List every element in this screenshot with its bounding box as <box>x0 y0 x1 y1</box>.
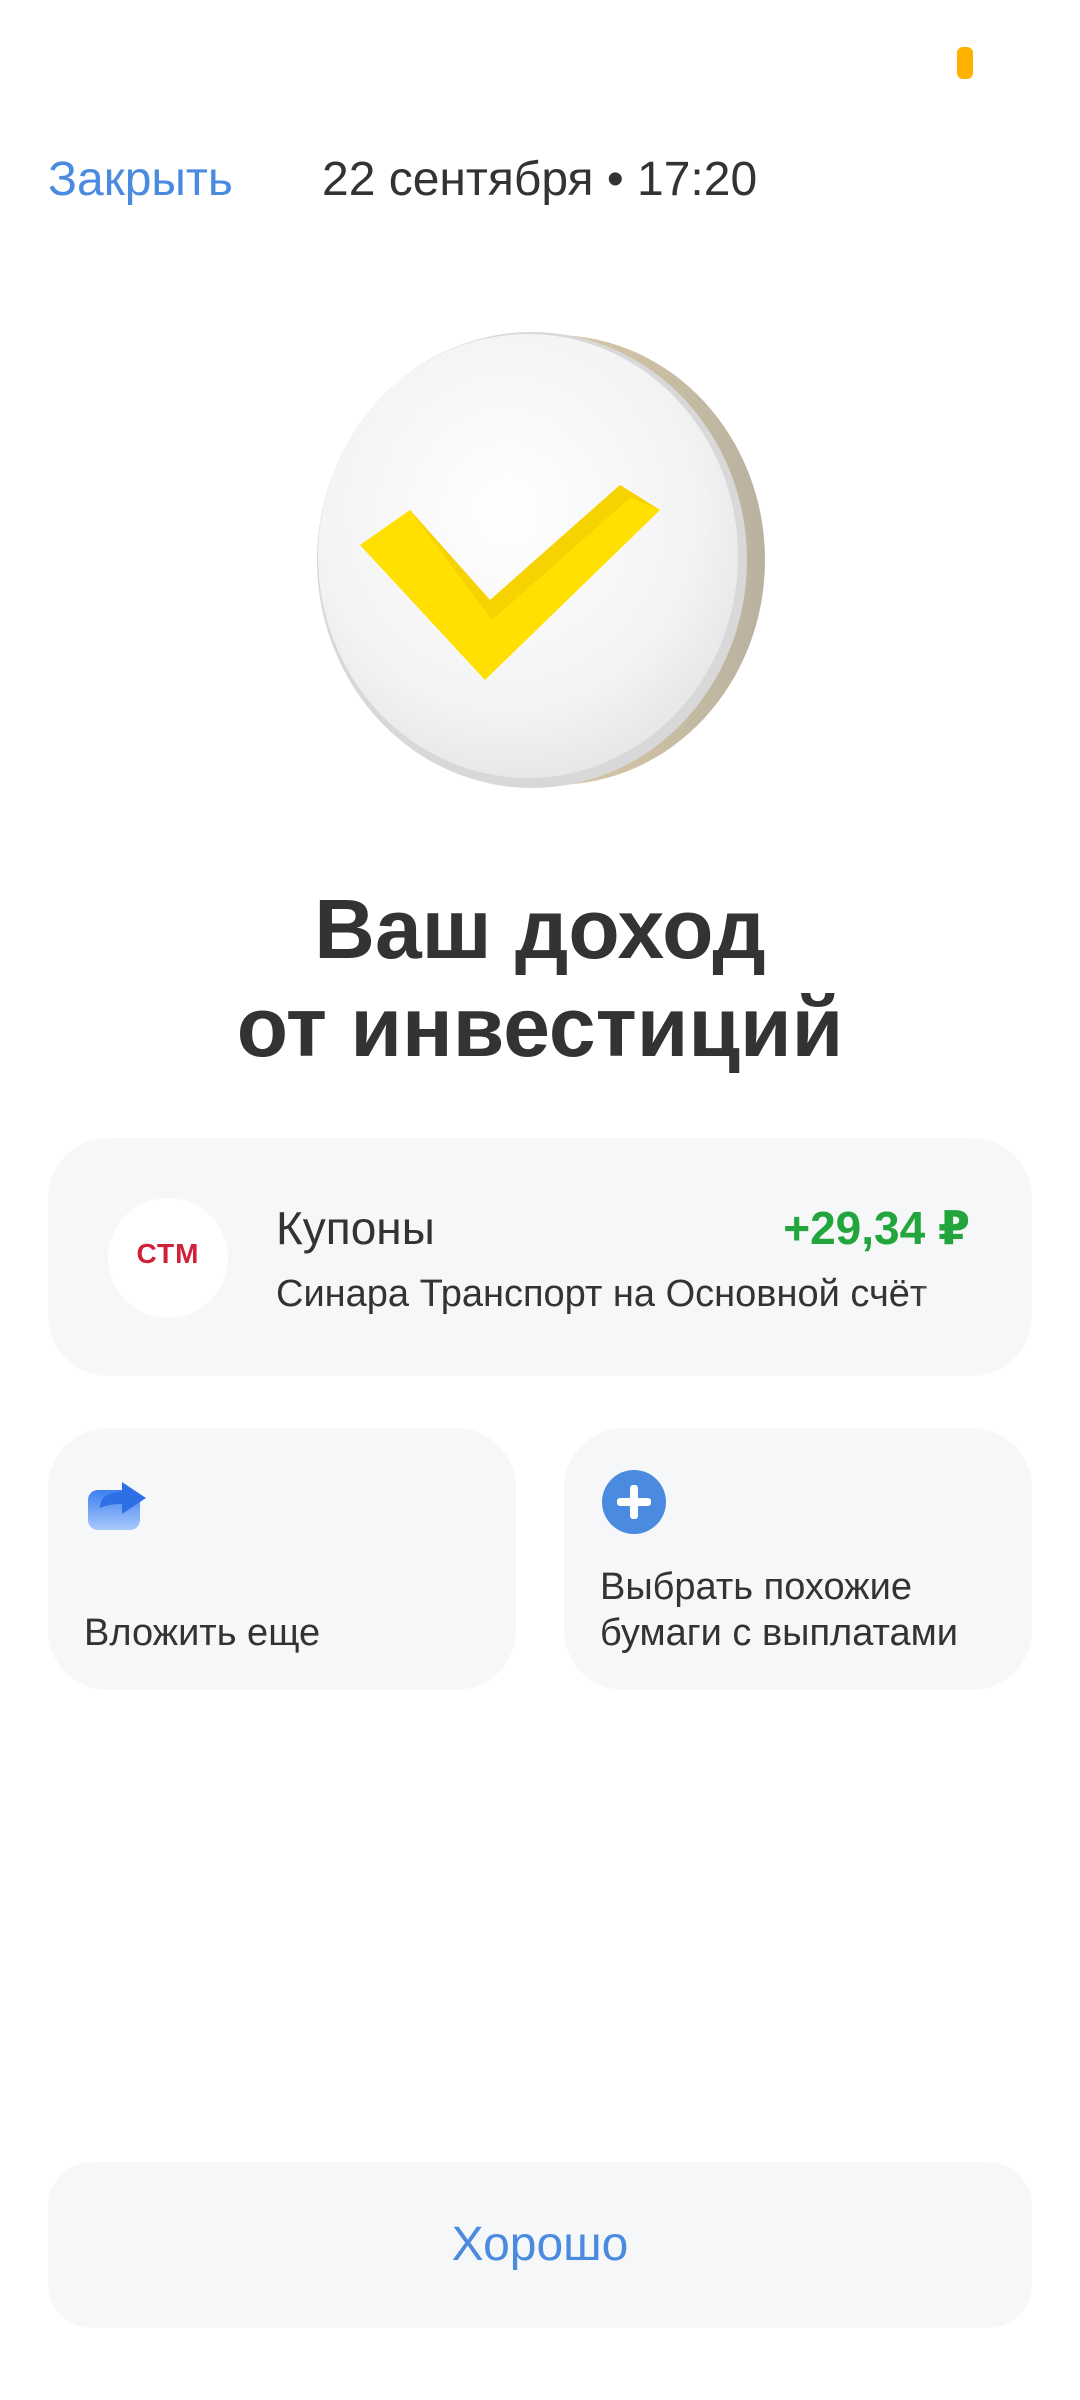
title-line-1: Ваш доход <box>314 882 766 976</box>
invest-more-label: Вложить еще <box>84 1612 321 1654</box>
share-arrow-icon <box>88 1482 146 1530</box>
plus-circle-icon <box>602 1470 666 1534</box>
coupon-card[interactable]: СТМ Купоны +29,34 ₽ Синара Транспорт на … <box>48 1138 1032 1376</box>
choose-similar-line-2: бумаги с выплатами <box>600 1612 958 1654</box>
choose-similar-line-1: Выбрать похожие <box>600 1566 912 1608</box>
page-title: Ваш доход от инвестиций <box>0 880 1080 1076</box>
operation-datetime: 22 сентября • 17:20 <box>322 153 758 206</box>
investment-income-screen: Закрыть 22 сентября • 17:20 Ваш доход от… <box>0 0 1080 2400</box>
close-button[interactable]: Закрыть <box>48 150 233 210</box>
coupon-description: Синара Транспорт на Основной счёт <box>276 1270 966 1318</box>
check-coin-icon <box>317 332 765 788</box>
coupon-account: на Основной счёт <box>612 1273 928 1315</box>
coupon-title: Купоны <box>276 1202 435 1254</box>
coupon-amount: +29,34 ₽ <box>783 1202 970 1254</box>
title-line-2: от инвестиций <box>236 980 844 1074</box>
issuer-logo: СТМ <box>108 1198 228 1318</box>
choose-similar-bonds-label: Выбрать похожие бумаги с выплатами <box>600 1564 958 1656</box>
coupon-issuer-name: Синара Транспорт <box>276 1273 603 1315</box>
ok-button[interactable]: Хорошо <box>48 2162 1032 2328</box>
issuer-logo-text: СТМ <box>136 1238 200 1269</box>
invest-more-button[interactable]: Вложить еще <box>48 1428 516 1690</box>
status-indicator <box>957 47 973 79</box>
top-bar: Закрыть 22 сентября • 17:20 <box>0 140 1080 220</box>
choose-similar-bonds-button[interactable]: Выбрать похожие бумаги с выплатами <box>564 1428 1032 1690</box>
